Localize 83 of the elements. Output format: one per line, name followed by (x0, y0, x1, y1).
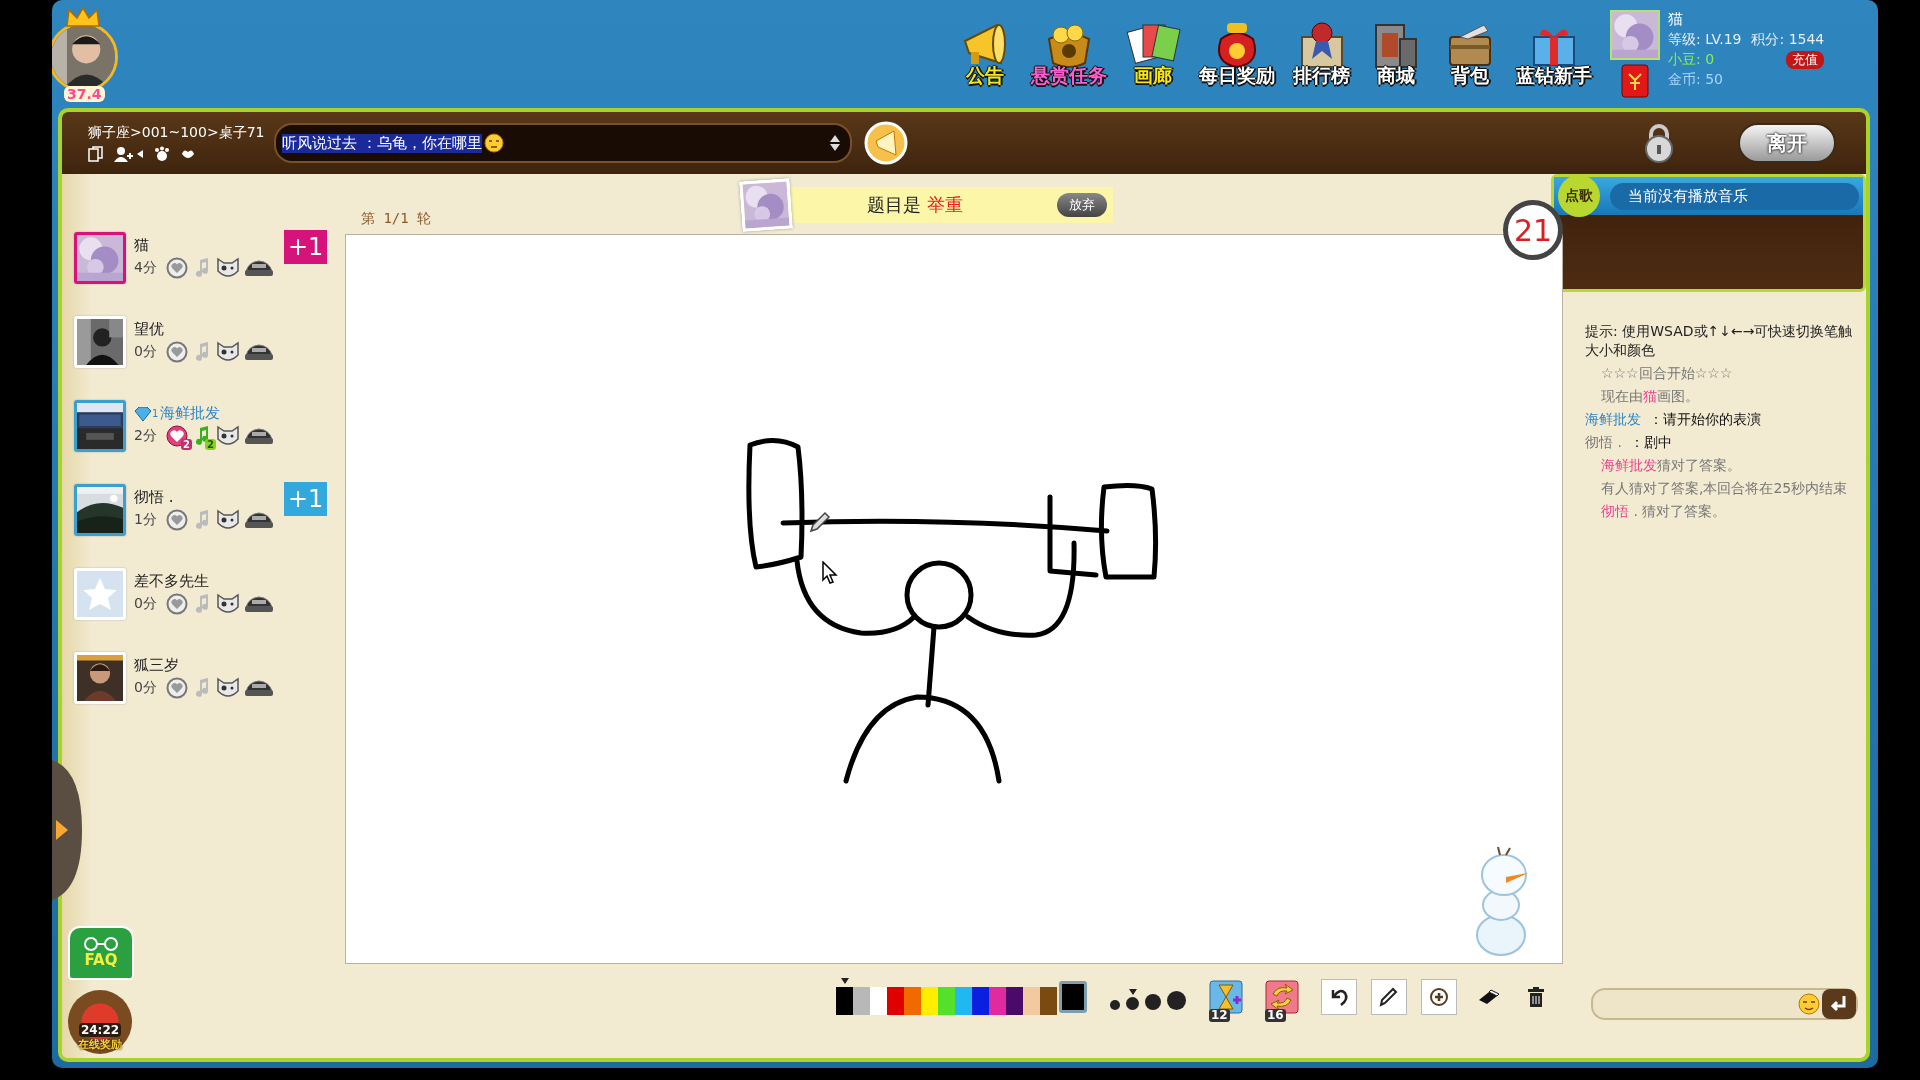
chat-message: 海鲜批发猜对了答案。 (1600, 456, 1742, 475)
room-path: 狮子座>001~100>桌子71 (88, 124, 265, 142)
cat-face-icon[interactable] (216, 677, 240, 699)
car-icon[interactable] (244, 510, 274, 530)
player-name: 差不多先生 (134, 572, 209, 591)
cat-face-icon[interactable] (216, 509, 240, 531)
player-score: 0分 (134, 679, 158, 697)
vip-level: 1 (152, 408, 159, 419)
note-count: 2 (205, 439, 216, 450)
add-icon[interactable] (1421, 978, 1457, 1015)
nav-button[interactable]: 背包 (1438, 17, 1502, 91)
player-score: 0分 (134, 343, 158, 361)
megaphone-icon[interactable] (864, 121, 908, 165)
music-status: 当前没有播放音乐 (1610, 182, 1859, 210)
glasses-icon (81, 937, 121, 951)
chat-message: 现在由猫画图。 (1600, 387, 1700, 406)
player-score: 4分 (134, 259, 158, 277)
user-name: 猫 (1668, 10, 1684, 29)
level-text: 37.4 (64, 86, 105, 102)
copy-icon[interactable] (88, 146, 104, 162)
player-name: 狐三岁 (134, 656, 179, 675)
brush-size-button[interactable] (1125, 989, 1140, 1010)
lock-icon[interactable] (1642, 123, 1676, 163)
nav-button[interactable]: 每日奖励 (1195, 17, 1279, 91)
pencil-icon[interactable] (1371, 978, 1407, 1015)
avatar-frame[interactable] (74, 484, 126, 536)
recharge-button[interactable]: 充值 (1786, 51, 1825, 69)
nav-button[interactable]: 画廊 (1121, 17, 1185, 91)
diamond-icon (134, 406, 152, 421)
player-score: 0分 (134, 595, 158, 613)
car-icon[interactable] (244, 594, 274, 614)
cat-face-icon[interactable] (216, 341, 240, 363)
car-icon[interactable] (244, 258, 274, 278)
player-name: 猫 (134, 236, 149, 255)
topic-text: 题目是 举重 (867, 193, 963, 217)
expand-handle-icon[interactable] (52, 760, 82, 900)
level-text: 等级: LV.19 (1668, 31, 1742, 49)
player-score: 1分 (134, 511, 158, 529)
nav-button[interactable]: 商城 (1364, 17, 1428, 91)
give-up-button[interactable]: 放弃 (1057, 193, 1108, 217)
player-name: 海鲜批发 (160, 404, 221, 423)
cat-face-icon[interactable] (216, 257, 240, 279)
nav-button[interactable]: 公告 (953, 17, 1017, 91)
round-counter: 第 1/1 轮 (361, 210, 432, 228)
pointer-cursor-icon (822, 561, 838, 585)
faq-button[interactable]: FAQ (68, 926, 134, 980)
chat-message: 彻悟 . 猜对了答案。 (1600, 502, 1728, 521)
chat-message: 海鲜批发 ：请开始你的表演 (1585, 410, 1762, 429)
player-score: 2分 (134, 427, 158, 445)
player-name: 望优 (134, 320, 164, 339)
broadcast-message: 听风说过去 ：乌龟，你在哪里 (282, 133, 482, 153)
chat-input-field[interactable] (1591, 988, 1858, 1020)
emoji-icon (483, 133, 504, 153)
request-song-button[interactable]: 点歌 (1558, 175, 1600, 217)
beans-text: 小豆: 0 (1668, 51, 1715, 69)
car-icon[interactable] (244, 678, 274, 698)
emoji-icon[interactable] (1798, 993, 1820, 1015)
pen-cursor-icon (809, 511, 831, 533)
car-icon[interactable] (244, 426, 274, 446)
player-name: 彻悟 . (134, 488, 174, 507)
coins-text: 金币: 50 (1668, 71, 1724, 89)
add-friend-icon[interactable] (114, 146, 144, 162)
online-reward-button[interactable]: 24:22 在线奖励 (68, 990, 132, 1054)
score-bonus-badge: +1 (284, 230, 328, 264)
color-swatch[interactable] (836, 978, 853, 1015)
score-text: 积分: 1544 (1751, 31, 1825, 49)
default-avatar-icon (77, 571, 123, 617)
score-bonus-badge: +1 (284, 482, 328, 516)
like-count: 2 (181, 439, 192, 450)
cat-face-icon[interactable] (216, 593, 240, 615)
undo-icon[interactable] (1321, 978, 1357, 1015)
avatar-frame[interactable] (74, 400, 126, 452)
nav-button[interactable]: 排行榜 (1289, 17, 1354, 91)
envelope-icon[interactable] (1621, 64, 1649, 98)
chat-message: 彻悟 . ：剧中 (1585, 433, 1673, 452)
send-icon[interactable] (1822, 989, 1856, 1019)
cat-face-icon[interactable] (216, 425, 240, 447)
car-icon[interactable] (244, 342, 274, 362)
paw-icon[interactable] (154, 146, 170, 162)
chat-message: 有人猜对了答案,本回合将在25秒内结束 (1600, 479, 1849, 498)
nav-button[interactable]: 蓝钻新手 (1512, 17, 1596, 91)
chat-message: ☆☆☆回合开始☆☆☆ (1600, 364, 1734, 383)
chat-message: 提示: 使用WSAD或↑↓←→可快速切换笔触大小和颜色 (1585, 322, 1854, 360)
